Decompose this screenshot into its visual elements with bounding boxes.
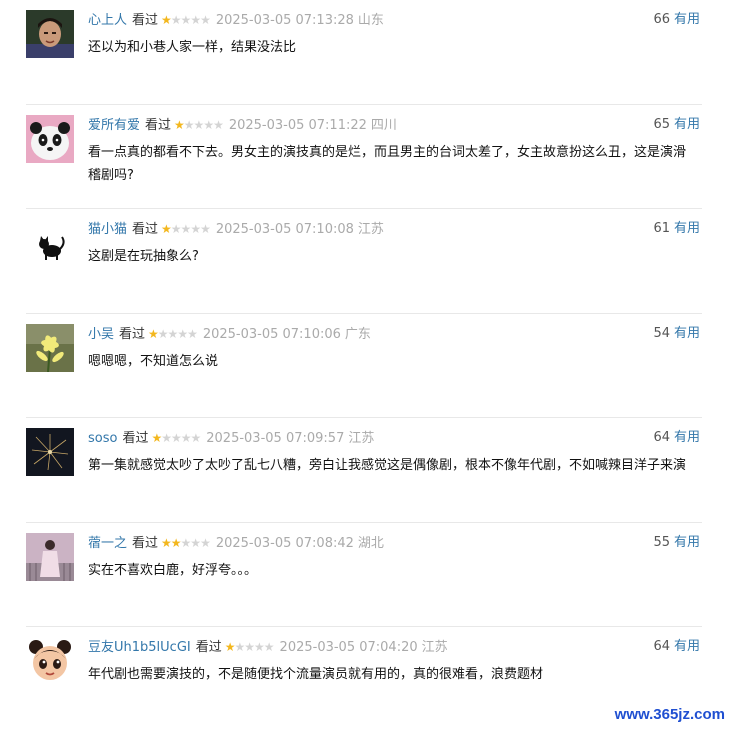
watch-status: 看过 <box>132 222 159 237</box>
username-link[interactable]: 猫小猫 <box>88 222 127 237</box>
avatar[interactable] <box>26 637 74 685</box>
comment-meta: 心上人 看过 ★★★★★ 2025-03-05 07:13:28 山东 <box>88 11 384 30</box>
cartoon-girl-avatar-icon <box>26 637 74 685</box>
vote-count: 55 <box>653 534 670 550</box>
star-rating-icon: ★★★★★ <box>161 535 211 550</box>
username-link[interactable]: 豆友Uh1b5lUcGI <box>88 640 191 655</box>
comment-item: 豆友Uh1b5lUcGI 看过 ★★★★★ 2025-03-05 07:04:20 江苏… <box>26 627 702 732</box>
username-link[interactable]: soso <box>88 431 117 446</box>
star-rating-icon: ★★★★★ <box>161 13 211 27</box>
comment-location: 广东 <box>344 326 371 342</box>
user-avatar-portrait-icon <box>26 10 74 58</box>
comment-location: 湖北 <box>357 535 384 551</box>
useful-button[interactable]: 有用 <box>674 430 700 445</box>
username-link[interactable]: 小吴 <box>88 327 114 342</box>
comment-item: 蓿一之 看过 ★★★★★ 2025-03-05 07:08:42 湖北 55 有用 实在不… <box>26 523 702 627</box>
avatar[interactable] <box>26 323 74 372</box>
comment-item: soso 看过 ★★★★★ 2025-03-05 07:09:57 江苏 64 有用 第一… <box>26 418 702 523</box>
comment-location: 四川 <box>370 117 397 133</box>
avatar[interactable] <box>26 114 74 163</box>
star-rating-icon: ★★★★★ <box>161 222 211 236</box>
vote-block: 54 有用 <box>653 325 700 343</box>
vote-count: 65 <box>653 116 670 132</box>
comment-text: 年代剧也需要演技的，不是随便找个流量演员就有用的，真的很难看，浪费题材 <box>88 667 544 682</box>
fireworks-avatar-icon <box>26 428 74 476</box>
vote-block: 61 有用 <box>653 220 700 238</box>
username-link[interactable]: 蓿一之 <box>88 536 127 551</box>
comment-item: 小吴 看过 ★★★★★ 2025-03-05 07:10:06 广东 54 有用 嗯嗯嗯，… <box>26 314 702 418</box>
vote-count: 64 <box>653 639 670 654</box>
cat-avatar-icon <box>26 219 74 267</box>
comment-time: 2025-03-05 07:08:42 <box>215 535 354 551</box>
comment-time: 2025-03-05 07:09:57 <box>206 431 345 446</box>
vote-block: 66 有用 <box>653 11 700 29</box>
useful-button[interactable]: 有用 <box>674 221 700 236</box>
comment-time: 2025-03-05 07:04:20 <box>279 640 418 655</box>
comment-meta: 蓿一之 看过 ★★★★★ 2025-03-05 07:08:42 湖北 <box>88 534 384 553</box>
comment-item: 爱所有爱 看过 ★★★★★ 2025-03-05 07:11:22 四川 65 有用 看一… <box>26 105 702 209</box>
useful-button[interactable]: 有用 <box>674 639 700 654</box>
comment-text: 第一集就感觉太吵了太吵了乱七八糟，旁白让我感觉这是偶像剧，根本不像年代剧，不如喊… <box>88 458 687 473</box>
panda-avatar-icon <box>26 114 74 163</box>
comment-text: 看一点真的都看不下去。男女主的演技真的是烂，而且男主的台词太差了，女主故意扮这么… <box>88 144 687 183</box>
vote-block: 64 有用 <box>653 429 700 447</box>
username-link[interactable]: 心上人 <box>88 13 127 28</box>
flower-avatar-icon <box>26 323 74 372</box>
avatar[interactable] <box>26 10 74 58</box>
comment-time: 2025-03-05 07:13:28 <box>215 13 354 28</box>
star-rating-icon: ★★★★★ <box>148 326 198 341</box>
comment-meta: 猫小猫 看过 ★★★★★ 2025-03-05 07:10:08 江苏 <box>88 220 384 239</box>
girl-portrait-avatar-icon <box>26 532 74 581</box>
star-rating-icon: ★★★★★ <box>174 117 224 132</box>
comment-time: 2025-03-05 07:10:08 <box>215 222 354 237</box>
vote-count: 61 <box>653 221 670 236</box>
useful-button[interactable]: 有用 <box>674 117 700 132</box>
comment-location: 江苏 <box>348 431 375 446</box>
watch-status: 看过 <box>132 535 159 551</box>
useful-button[interactable]: 有用 <box>674 12 700 27</box>
useful-button[interactable]: 有用 <box>674 535 700 550</box>
avatar[interactable] <box>26 532 74 581</box>
comment-text: 嗯嗯嗯，不知道怎么说 <box>88 353 219 369</box>
username-link[interactable]: 爱所有爱 <box>88 118 140 133</box>
vote-count: 64 <box>653 430 670 445</box>
star-rating-icon: ★★★★★ <box>151 431 201 445</box>
comment-location: 江苏 <box>357 222 384 237</box>
useful-button[interactable]: 有用 <box>674 326 700 341</box>
vote-block: 55 有用 <box>653 534 700 552</box>
watch-status: 看过 <box>119 326 146 342</box>
comment-location: 江苏 <box>421 640 448 655</box>
watch-status: 看过 <box>195 640 222 655</box>
comment-meta: 豆友Uh1b5lUcGI 看过 ★★★★★ 2025-03-05 07:04:20 江苏 <box>88 638 448 657</box>
watermark: www.365jz.com <box>612 706 727 723</box>
comment-item: 猫小猫 看过 ★★★★★ 2025-03-05 07:10:08 江苏 61 有用 这剧是… <box>26 209 702 314</box>
watch-status: 看过 <box>132 13 159 28</box>
vote-block: 65 有用 <box>653 116 700 134</box>
comment-time: 2025-03-05 07:11:22 <box>228 117 367 133</box>
comment-item: 心上人 看过 ★★★★★ 2025-03-05 07:13:28 山东 66 有用 还以为… <box>26 0 702 105</box>
vote-count: 66 <box>653 12 670 27</box>
watch-status: 看过 <box>145 117 172 133</box>
comment-meta: 小吴 看过 ★★★★★ 2025-03-05 07:10:06 广东 <box>88 325 371 344</box>
comment-text: 还以为和小巷人家一样，结果没法比 <box>88 40 297 55</box>
comment-list: 心上人 看过 ★★★★★ 2025-03-05 07:13:28 山东 66 有用 还以为… <box>26 0 702 732</box>
vote-block: 64 有用 <box>653 638 700 656</box>
comment-location: 山东 <box>357 13 384 28</box>
watch-status: 看过 <box>122 431 149 446</box>
comment-text: 实在不喜欢白鹿，好浮夸。。。 <box>88 562 258 578</box>
comment-time: 2025-03-05 07:10:06 <box>202 326 341 342</box>
comment-text: 这剧是在玩抽象么? <box>88 249 199 264</box>
vote-count: 54 <box>653 325 670 341</box>
comment-meta: 爱所有爱 看过 ★★★★★ 2025-03-05 07:11:22 四川 <box>88 116 397 135</box>
avatar[interactable] <box>26 428 74 476</box>
comment-meta: soso 看过 ★★★★★ 2025-03-05 07:09:57 江苏 <box>88 429 374 448</box>
avatar[interactable] <box>26 219 74 267</box>
star-rating-icon: ★★★★★ <box>224 640 275 654</box>
